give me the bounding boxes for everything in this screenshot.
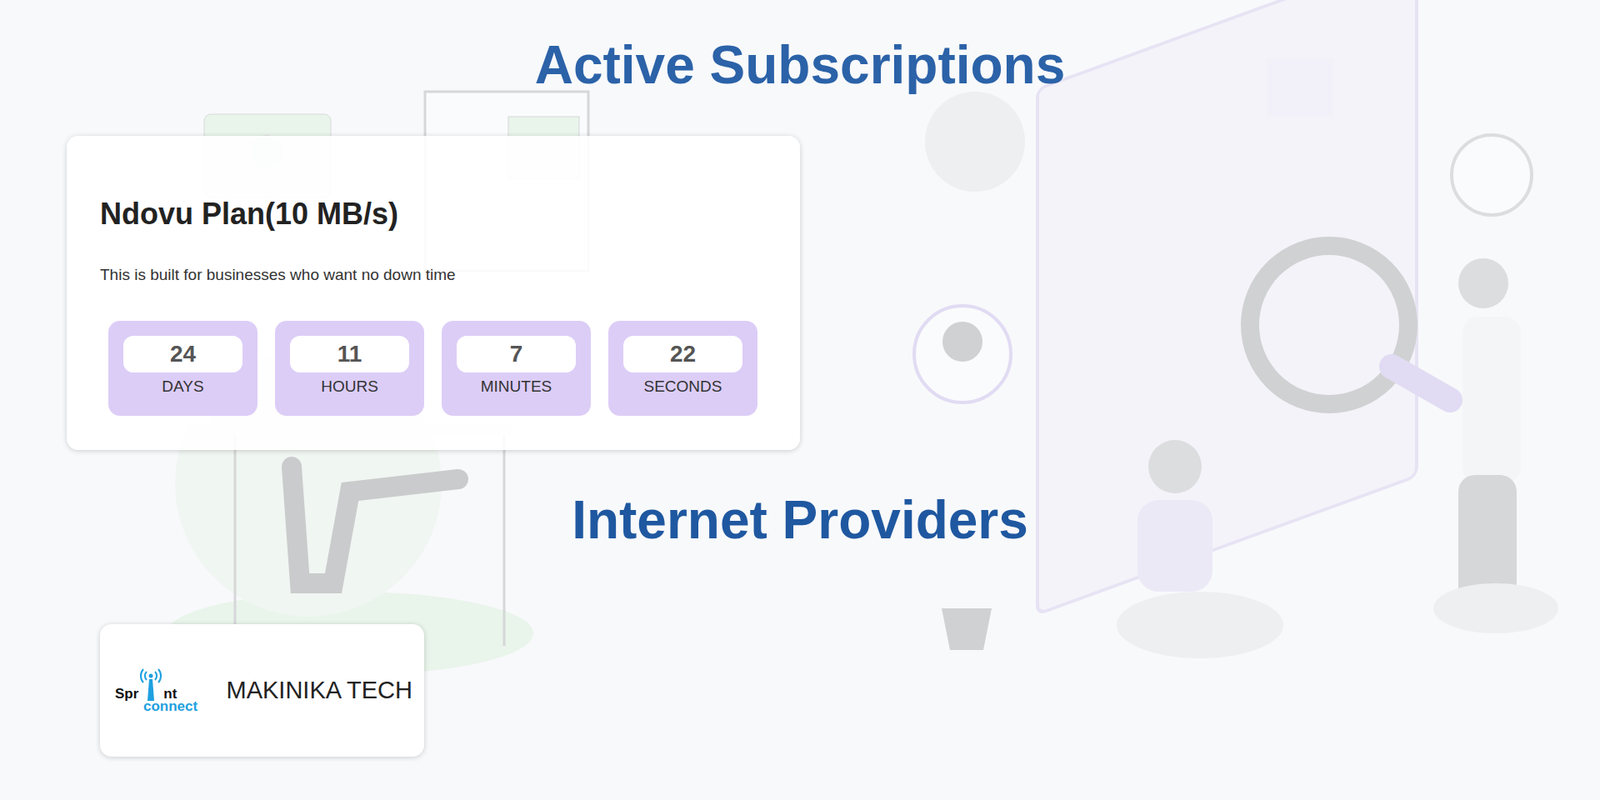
subscription-card[interactable]: Ndovu Plan(10 MB/s) This is built for bus…	[66, 135, 800, 450]
countdown-unit: DAYS	[161, 377, 204, 397]
provider-name: MAKINIKA TECH	[226, 672, 413, 710]
countdown: 24 DAYS 11 HOURS 7 MINUTES 22 SECONDS	[100, 320, 767, 416]
countdown-box: 7 MINUTES	[441, 320, 591, 416]
logo-wordmark: Sprnt	[115, 667, 177, 701]
countdown-box: 24 DAYS	[108, 320, 258, 416]
plan-description: This is built for businesses who want no…	[100, 263, 767, 287]
provider-logo: Sprntconnect	[115, 667, 207, 714]
countdown-unit: MINUTES	[480, 377, 553, 397]
page: Active Subscriptions Ndovu Plan(10 MB/s) T…	[0, 0, 1600, 757]
subscriptions-heading: Active Subscriptions	[0, 33, 1600, 98]
provider-card[interactable]: Sprntconnect MAKINIKA TECH	[100, 624, 425, 757]
countdown-value: 24	[123, 335, 243, 373]
logo-left: Spr	[115, 686, 139, 701]
countdown-box: 22 SECONDS	[608, 320, 758, 416]
logo-sub: connect	[143, 699, 198, 714]
countdown-value: 7	[456, 335, 576, 373]
countdown-unit: SECONDS	[644, 377, 723, 397]
countdown-unit: HOURS	[320, 377, 379, 397]
countdown-value: 11	[290, 335, 410, 373]
tower-icon	[138, 667, 164, 701]
providers-heading: Internet Providers	[0, 488, 1600, 553]
countdown-value: 22	[623, 335, 743, 373]
countdown-box: 11 HOURS	[275, 320, 425, 416]
plan-title: Ndovu Plan(10 MB/s)	[100, 195, 767, 232]
